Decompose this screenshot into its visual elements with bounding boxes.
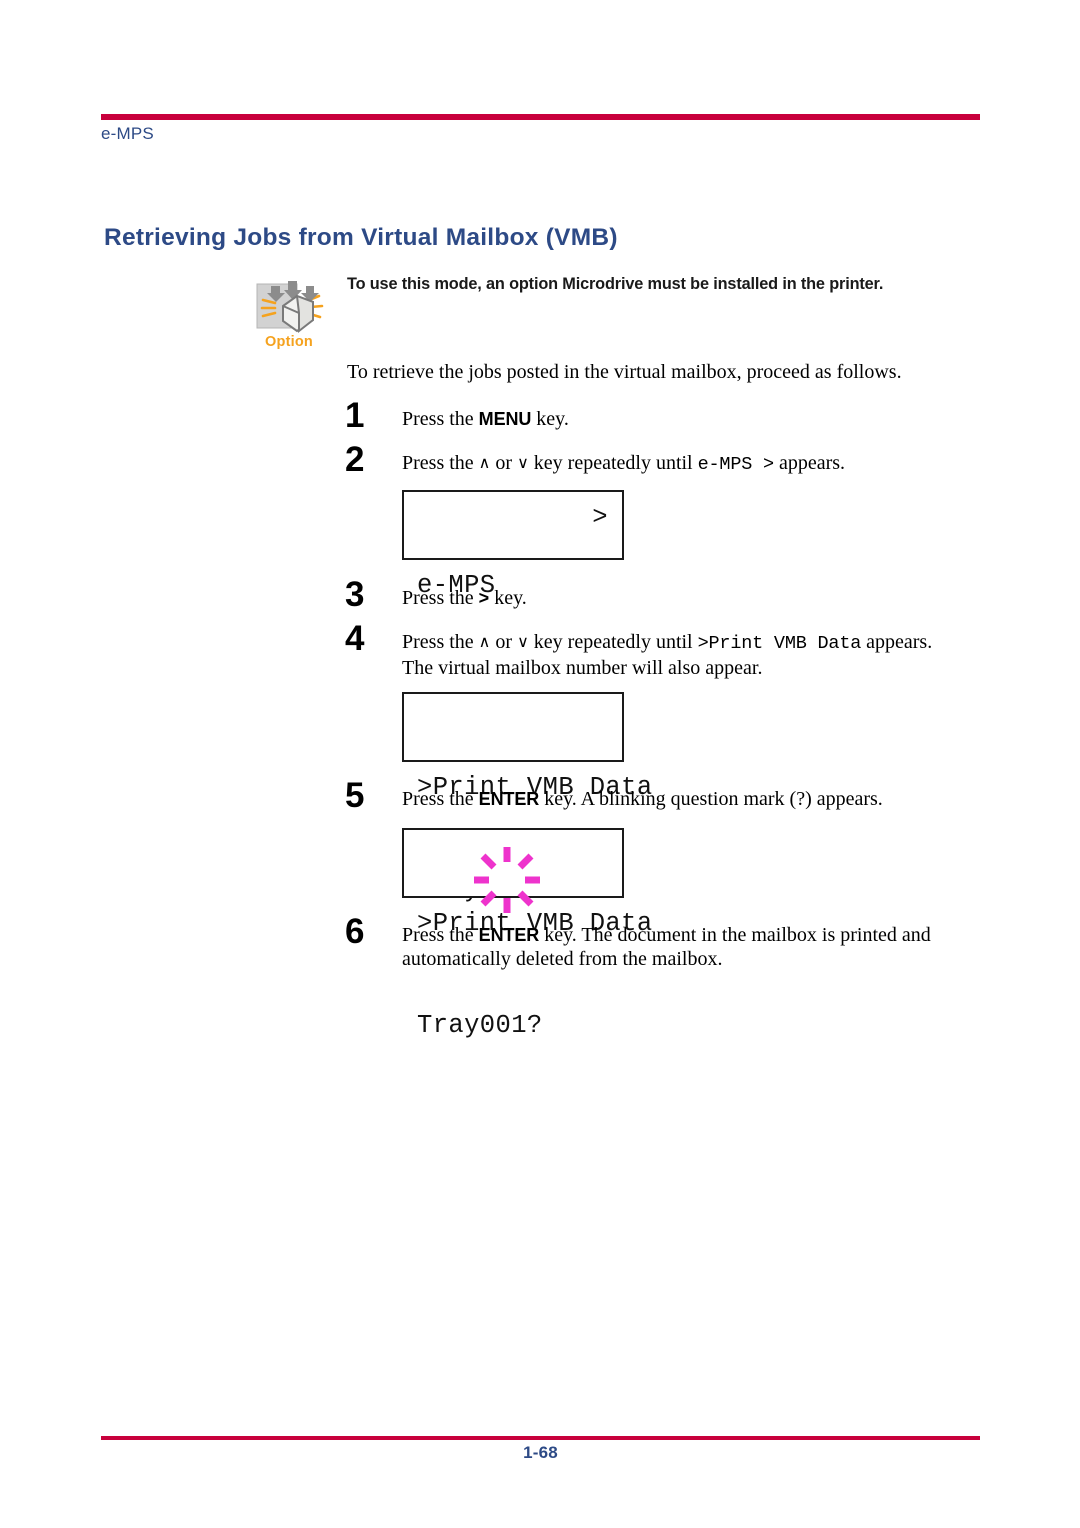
step-2-display-literal: e-MPS > [697,454,775,475]
step-4-mid: or [490,631,518,653]
step-4-tail: appears. [861,631,933,653]
step-3-pre: Press the [402,587,479,609]
intro-paragraph: To retrieve the jobs posted in the virtu… [347,361,902,383]
up-arrow-key-icon: ∧ [478,632,491,651]
step-6-post: key. The document in the mailbox is prin… [539,924,931,946]
lcd-print-vmb-data-confirm: >Print VMB Data Tray001? [402,828,652,1040]
step-6-text: Press the ENTER key. The document in the… [402,923,985,972]
lcd-emps: e-MPS > [402,490,624,600]
step-2-pre: Press the [402,452,479,474]
step-2-text: Press the ∧ or ∨ key repeatedly until e-… [402,451,985,477]
step-1-number: 1 [345,396,365,435]
step-4-post: key repeatedly until [528,631,698,653]
option-box-icon [251,278,327,338]
step-1-text: Press the MENU key. [402,407,985,431]
lcd-confirm-line2: Tray001? [417,1010,543,1040]
step-4-pre: Press the [402,631,479,653]
step-3-post: key. [489,587,527,609]
step-4-display-literal: >Print VMB Data [697,633,862,654]
footer-rule [101,1436,980,1440]
step-2-number: 2 [345,440,365,479]
step-5-pre: Press the [402,788,479,810]
option-caption: Option [265,334,313,350]
lcd-print-vmb-data: >Print VMB Data Tray001: [402,692,652,904]
step-3-number: 3 [345,575,365,614]
step-6-pre: Press the [402,924,479,946]
step-6-key: ENTER [478,925,540,945]
page-title: Retrieving Jobs from Virtual Mailbox (VM… [104,224,618,251]
lcd-emps-submenu-arrow: > [592,503,608,532]
step-5-key: ENTER [478,789,540,809]
step-2-tail: appears. [773,452,846,474]
up-arrow-key-icon: ∧ [478,453,491,472]
document-page: e-MPS Retrieving Jobs from Virtual Mailb… [0,0,1080,1528]
step-2: 2 Press the ∧ or ∨ key repeatedly until … [345,442,985,477]
step-2-mid: or [490,452,518,474]
header-rule [101,114,980,120]
step-4-text: Press the ∧ or ∨ key repeatedly until >P… [402,630,985,680]
page-number: 1-68 [523,1443,558,1462]
step-6-line2: automatically deleted from the mailbox. [402,948,723,971]
step-6-number: 6 [345,912,365,951]
step-4-number: 4 [345,619,365,658]
step-5: 5 Press the ENTER key. A blinking questi… [345,778,985,813]
step-1: 1 Press the MENU key. [345,398,985,433]
down-arrow-key-icon: ∨ [517,453,529,472]
step-6: 6 Press the ENTER key. The document in t… [345,914,985,972]
step-5-post: key. A blinking question mark (?) appear… [539,788,883,810]
option-callout: Option [251,278,327,356]
step-3-key: > [478,588,490,608]
step-5-number: 5 [345,776,365,815]
running-header-label: e-MPS [101,124,154,143]
step-1-post: key. [531,408,569,430]
step-4: 4 Press the ∧ or ∨ key repeatedly until … [345,621,985,680]
step-1-pre: Press the [402,408,479,430]
step-3: 3 Press the > key. [345,577,985,612]
step-5-text: Press the ENTER key. A blinking question… [402,787,985,811]
option-notice-text: To use this mode, an option Microdrive m… [347,275,884,293]
step-1-key: MENU [478,409,532,429]
step-4-line2: The virtual mailbox number will also app… [402,656,763,679]
step-3-text: Press the > key. [402,586,985,610]
down-arrow-key-icon: ∨ [517,632,529,651]
step-2-post: key repeatedly until [528,452,698,474]
